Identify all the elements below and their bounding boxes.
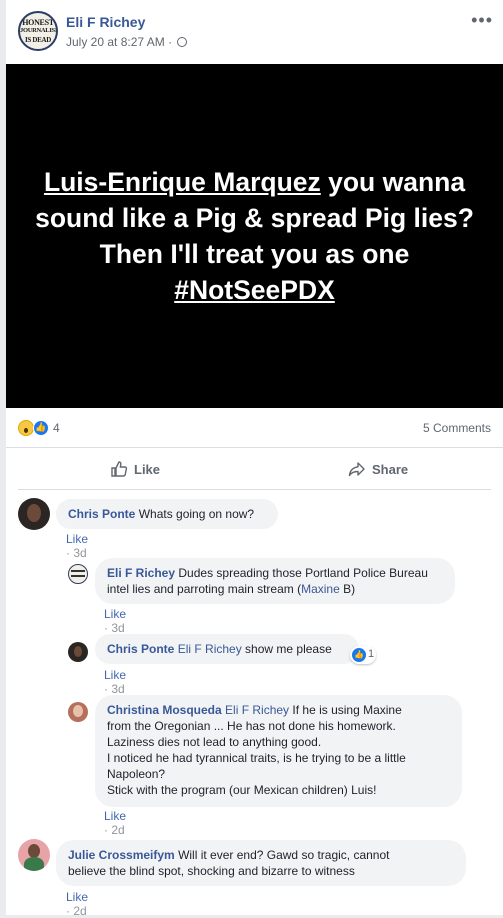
share-button[interactable]: Share: [348, 460, 408, 478]
comment-text-line: Napoleon?: [107, 767, 166, 781]
comment-text: Will it ever end? Gawd so tragic, cannot: [178, 848, 390, 862]
comment-like-link[interactable]: Like: [66, 890, 88, 904]
comment-text-line: believe the blind spot, shocking and biz…: [68, 864, 355, 878]
comment-reaction-badge[interactable]: 👍 1: [350, 646, 376, 664]
comment-mention[interactable]: Maxine: [301, 582, 340, 596]
comment-text-line: from the Oregonian ... He has not done h…: [107, 719, 396, 733]
comment-bubble: Chris Ponte Whats going on now?: [56, 499, 278, 529]
commenter-avatar[interactable]: [68, 642, 88, 662]
avatar-text-line: HONEST: [22, 18, 54, 27]
like-reaction-icon: 👍: [352, 648, 366, 662]
reactions-bar: 👍 4 5 Comments: [6, 408, 503, 448]
post-image[interactable]: Luis-Enrique Marquez you wanna sound lik…: [6, 64, 503, 408]
globe-icon[interactable]: [177, 37, 188, 47]
comment-bubble: Eli F Richey Dudes spreading those Portl…: [95, 558, 455, 604]
comment-text-end: B): [339, 582, 356, 596]
comment-like-link[interactable]: Like: [66, 532, 88, 546]
share-button-label: Share: [372, 462, 409, 477]
comment-text-line: Laziness dies not lead to anything good.: [107, 735, 322, 749]
thumbs-up-icon: [111, 461, 128, 477]
comment-time[interactable]: 2d: [111, 823, 124, 837]
comment-time[interactable]: 2d: [73, 904, 86, 918]
post-image-text: Luis-Enrique Marquez you wanna sound lik…: [35, 164, 475, 308]
like-reaction-icon[interactable]: 👍: [33, 420, 49, 436]
comment-mention[interactable]: Eli F Richey: [225, 703, 289, 717]
comment-meta: Like · 2d: [104, 809, 127, 837]
post-meta: July 20 at 8:27 AM ·: [66, 35, 188, 49]
like-button-label: Like: [134, 462, 161, 477]
comment-text-line: Stick with the program (our Mexican chil…: [107, 783, 377, 797]
commenter-name[interactable]: Christina Mosqueda: [107, 703, 222, 717]
commenter-avatar[interactable]: [18, 839, 50, 871]
comment-text-line: If he is using Maxine: [292, 703, 402, 717]
commenter-name[interactable]: Julie Crossmeifym: [68, 848, 175, 862]
commenter-avatar[interactable]: [68, 702, 88, 722]
avatar-text-line: IS DEAD: [24, 36, 52, 44]
like-button[interactable]: Like: [110, 460, 160, 478]
comment-bubble: Chris Ponte Eli F Richey show me please: [95, 634, 359, 664]
avatar-mark: [71, 575, 85, 577]
share-arrow-icon: [348, 462, 365, 477]
author-avatar[interactable]: HONEST JOURNALISM IS DEAD: [18, 11, 58, 51]
post-header: HONEST JOURNALISM IS DEAD Eli F Richey J…: [6, 0, 503, 64]
avatar-face: [74, 646, 82, 657]
commenter-name[interactable]: Chris Ponte: [107, 642, 174, 656]
avatar-face: [28, 844, 40, 858]
comment-time[interactable]: 3d: [111, 621, 124, 635]
comment-bubble: Christina Mosqueda Eli F Richey If he is…: [95, 695, 462, 807]
comment-mention[interactable]: Eli F Richey: [178, 642, 242, 656]
commenter-name[interactable]: Chris Ponte: [68, 507, 135, 521]
post-timestamp[interactable]: July 20 at 8:27 AM: [66, 35, 165, 49]
avatar-face: [27, 504, 41, 522]
comment-text-line: I noticed he had tyrannical traits, is h…: [107, 751, 406, 765]
image-mention: Luis-Enrique Marquez: [43, 167, 321, 197]
comment-meta: Like · 3d: [66, 532, 89, 560]
comment-like-link[interactable]: Like: [104, 809, 126, 823]
comment-meta: Like · 3d: [104, 607, 127, 635]
avatar-mark: [71, 570, 85, 572]
comment-time[interactable]: 3d: [111, 682, 124, 696]
avatar-body: [24, 857, 44, 871]
comment-reaction-count: 1: [368, 648, 375, 660]
post-card: HONEST JOURNALISM IS DEAD Eli F Richey J…: [6, 0, 503, 918]
avatar-face: [73, 705, 83, 717]
comment-text: Whats going on now?: [138, 507, 255, 521]
comment-like-link[interactable]: Like: [104, 668, 126, 682]
avatar-text-line: JOURNALISM: [20, 27, 58, 34]
meta-separator: ·: [168, 35, 173, 49]
commenter-name[interactable]: Eli F Richey: [107, 566, 175, 580]
comment-bubble: Julie Crossmeifym Will it ever end? Gawd…: [56, 840, 466, 886]
comments-count-link[interactable]: 5 Comments: [423, 421, 491, 435]
comment-meta: Like · 3d: [104, 668, 127, 696]
image-hashtag: #NotSeePDX: [174, 275, 335, 305]
post-author-name[interactable]: Eli F Richey: [66, 14, 145, 30]
post-actions: Like Share: [18, 448, 491, 490]
comment-like-link[interactable]: Like: [104, 607, 126, 621]
comment-meta: Like · 2d: [66, 890, 89, 918]
comment-time[interactable]: 3d: [73, 546, 86, 560]
more-options-icon[interactable]: •••: [471, 10, 493, 31]
wow-reaction-icon[interactable]: [18, 420, 34, 436]
commenter-avatar[interactable]: [68, 564, 88, 584]
reaction-count[interactable]: 4: [53, 421, 60, 435]
commenter-avatar[interactable]: [18, 498, 50, 530]
comment-text: show me please: [245, 642, 332, 656]
